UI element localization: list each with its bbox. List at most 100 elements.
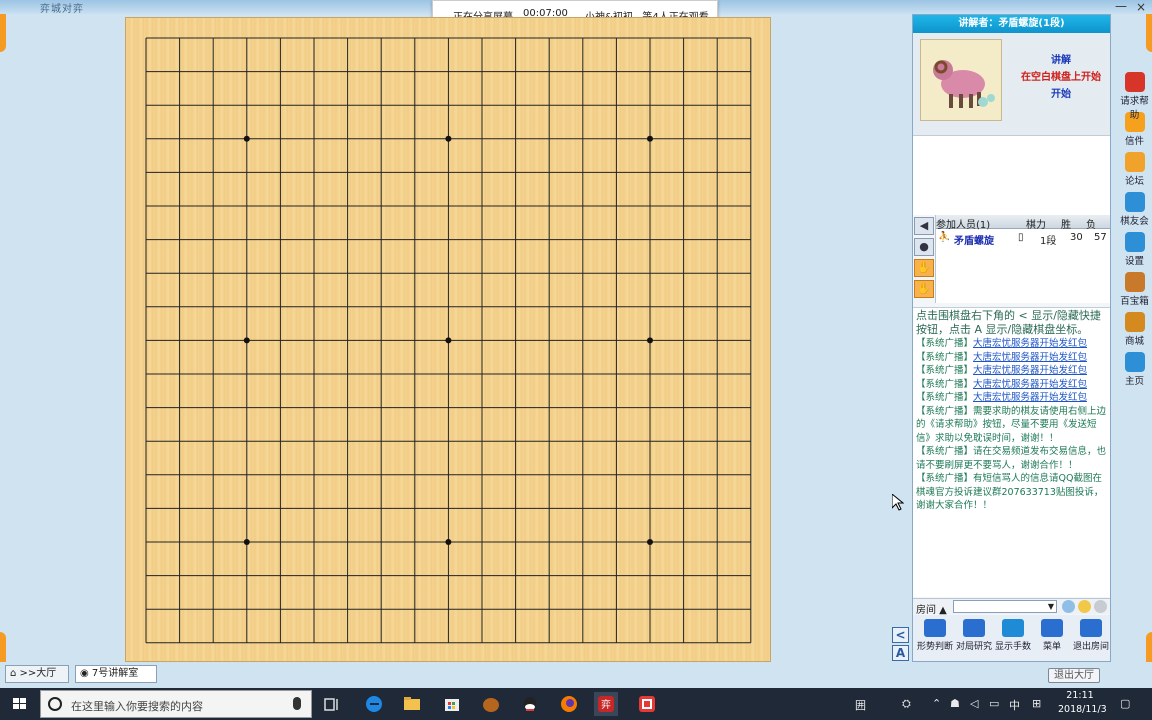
windows-start-icon[interactable]	[0, 688, 40, 720]
svg-text:弈: 弈	[601, 698, 611, 711]
broadcast-link[interactable]: 大唐宏忧服务器开始发红包	[973, 365, 1087, 376]
club-feature-button[interactable]: 棋友会	[1117, 192, 1152, 232]
treasure-icon	[1124, 272, 1145, 292]
tray-app-icon[interactable]: ☗	[950, 697, 960, 710]
tab-lecture-label: 7号讲解室	[91, 668, 139, 679]
lecture-info-area: 讲解 在空白棋盘上开始 开始	[913, 33, 1110, 135]
exit-hall-button[interactable]: 退出大厅	[1048, 668, 1100, 683]
feature-label: 设置	[1124, 256, 1144, 267]
people-icon[interactable]: ⛭	[902, 697, 911, 711]
home-feature-button[interactable]: 主页	[1117, 352, 1152, 392]
search-placeholder: 在这里输入你要搜索的内容	[71, 700, 203, 713]
tab-lecture-room[interactable]: ◉ 7号讲解室	[75, 665, 157, 683]
broadcast-link[interactable]: 大唐宏忧服务器开始发红包	[973, 392, 1087, 403]
smile-icon[interactable]	[1078, 600, 1091, 613]
go-game-app-icon[interactable]: 弈	[594, 692, 618, 716]
tab-bar: ⌂ >>大厅 ◉ 7号讲解室	[0, 663, 1152, 688]
board-grid-icon	[963, 619, 985, 637]
chat-messages: 【系统广播】大唐宏忧服务器开始发红包 【系统广播】大唐宏忧服务器开始发红包 【系统广…	[916, 337, 1107, 513]
show-hide-shortcuts-button[interactable]: <	[892, 627, 909, 643]
chart-bars-icon	[924, 619, 946, 637]
broadcast-link[interactable]: 大唐宏忧服务器开始发红包	[973, 338, 1087, 349]
ime-language[interactable]: 中	[1009, 697, 1020, 713]
chat-message: 【系统广播】大唐宏忧服务器开始发红包	[916, 351, 1107, 365]
settings-small-icon[interactable]	[1094, 600, 1107, 613]
help-icon	[1124, 72, 1145, 92]
room-select[interactable]: ▼	[953, 600, 1057, 613]
system-tag: 【系统广播】	[916, 473, 974, 484]
mic-icon[interactable]	[293, 697, 301, 710]
input-method-icon[interactable]: ⊞	[1032, 697, 1041, 710]
emoji-icon[interactable]	[1062, 600, 1075, 613]
star-point	[445, 135, 452, 142]
chart-bars-tool-button[interactable]: 形势判断	[915, 619, 955, 652]
exit-door-tool-button[interactable]: 退出房间	[1071, 619, 1111, 652]
number-8-icon	[1002, 619, 1024, 637]
number-8-tool-button[interactable]: 显示手数	[993, 619, 1033, 652]
chat-message: 【系统广播】有短信骂人的信息请QQ截图在棋魂官方投诉建议群207633713贴图…	[916, 472, 1107, 513]
sheep-avatar-icon	[920, 39, 1002, 121]
network-icon[interactable]: ▭	[989, 697, 999, 710]
toggle-coords-button[interactable]: A	[892, 645, 909, 661]
gear-feature-button[interactable]: 设置	[1117, 232, 1152, 272]
chat-log[interactable]: 点击围棋盘右下角的 < 显示/隐藏快捷按钮，点击 A 显示/隐藏棋盘坐标。 【系…	[913, 307, 1110, 597]
speaker-icon[interactable]: ◀	[914, 217, 934, 235]
lecture-line-1: 讲解	[1051, 55, 1071, 66]
tray-expand-icon[interactable]: ⌃	[932, 697, 941, 710]
shop-icon	[1124, 312, 1145, 332]
minimize-button[interactable]: —	[1113, 0, 1129, 14]
feature-label: 信件	[1124, 136, 1144, 147]
close-button[interactable]: ×	[1133, 0, 1149, 14]
board-grid[interactable]	[126, 18, 772, 663]
system-tag: 【系统广播】	[916, 378, 974, 390]
broadcast-link[interactable]: 大唐宏忧服务器开始发红包	[973, 379, 1087, 390]
firefox-icon[interactable]	[557, 692, 581, 716]
recorder-app-icon[interactable]	[635, 692, 659, 716]
board-grid-tool-button[interactable]: 对局研究	[954, 619, 994, 652]
room-label[interactable]: 房间 ▲	[916, 601, 947, 616]
room-bar: 房间 ▲ ▼	[913, 598, 1110, 616]
star-point	[647, 337, 653, 344]
task-view-icon[interactable]	[320, 692, 344, 716]
feature-label: 百宝箱	[1120, 296, 1149, 307]
member-win: 30	[1070, 232, 1083, 243]
star-point	[647, 539, 653, 545]
tool-label: 退出房间	[1072, 642, 1109, 652]
lecture-line-3: 开始	[1051, 89, 1071, 100]
volume-icon[interactable]: ◁	[970, 697, 978, 710]
notification-icon[interactable]: ▢	[1120, 697, 1130, 710]
hand-mic-icon[interactable]: ✋	[914, 280, 934, 298]
treasure-feature-button[interactable]: 百宝箱	[1117, 272, 1152, 312]
hand-icon[interactable]: ✋	[914, 259, 934, 277]
chat-message: 【系统广播】大唐宏忧服务器开始发红包	[916, 391, 1107, 405]
forum-icon	[1124, 152, 1145, 172]
lecturer-name[interactable]: 矛盾螺旋(1段)	[998, 18, 1064, 29]
forum-feature-button[interactable]: 论坛	[1117, 152, 1152, 192]
ime-mode-icon[interactable]: 囲	[855, 697, 866, 713]
lecturer-bar: 讲解者：矛盾螺旋(1段)	[913, 15, 1110, 33]
chestnut-app-icon[interactable]	[479, 692, 503, 716]
broadcast-link[interactable]: 大唐宏忧服务器开始发红包	[973, 352, 1087, 363]
file-explorer-icon[interactable]	[400, 692, 424, 716]
help-feature-button[interactable]: 请求帮助	[1117, 72, 1152, 121]
member-row[interactable]: ⛹ 矛盾螺旋 ▯ 1段 30 57	[936, 229, 1110, 247]
tool-label: 菜单	[1042, 642, 1061, 652]
clock[interactable]: 21:11 2018/11/3	[1058, 689, 1107, 717]
clock-date: 2018/11/3	[1058, 704, 1107, 715]
system-tag: 【系统广播】	[916, 446, 974, 457]
taskbar-search[interactable]: 在这里输入你要搜索的内容	[40, 690, 312, 718]
tool-label: 形势判断	[916, 642, 953, 652]
mic-icon[interactable]: ●	[914, 238, 934, 256]
window-edge-decoration	[1146, 632, 1152, 662]
system-tag: 【系统广播】	[916, 338, 974, 349]
shop-feature-button[interactable]: 商城	[1117, 312, 1152, 352]
menu-tool-button[interactable]: 菜单	[1032, 619, 1072, 652]
qq-icon[interactable]	[518, 692, 542, 716]
store-icon[interactable]	[440, 692, 464, 716]
window-edge-decoration	[0, 632, 6, 662]
star-point	[243, 539, 250, 545]
go-board[interactable]	[125, 17, 771, 662]
tab-hall[interactable]: ⌂ >>大厅	[5, 665, 69, 683]
edge-browser-icon[interactable]	[362, 692, 386, 716]
tool-label: 显示手数	[994, 642, 1031, 652]
